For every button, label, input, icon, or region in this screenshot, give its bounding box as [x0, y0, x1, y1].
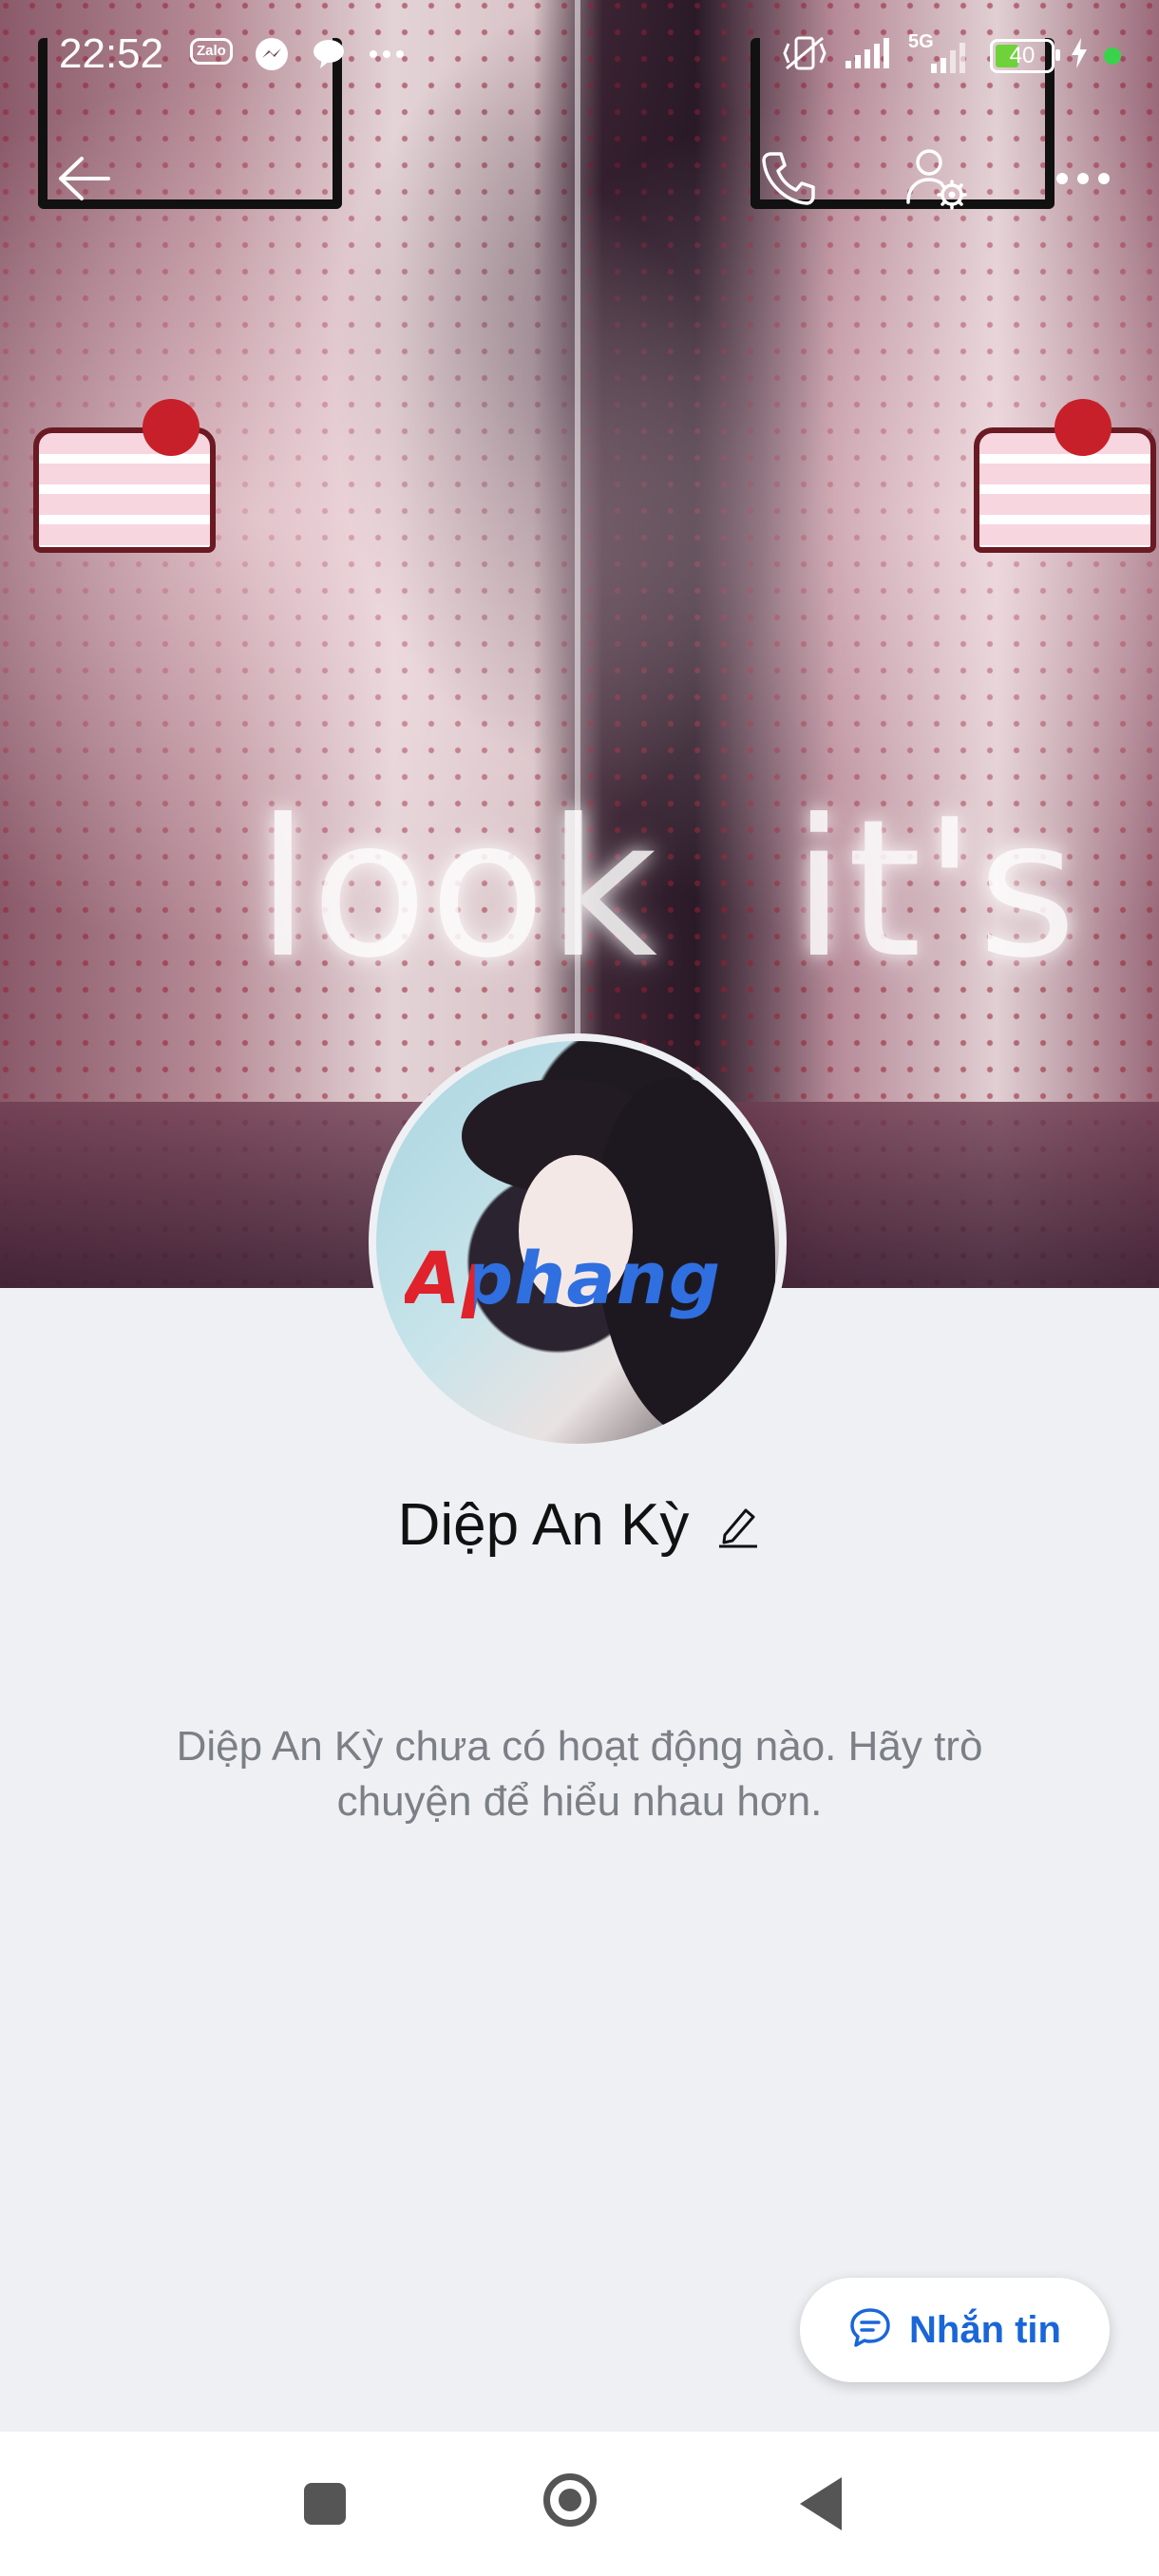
profile-settings-button[interactable] [888, 133, 983, 228]
call-button[interactable] [741, 133, 836, 228]
notification-icons: Zalo [190, 36, 404, 70]
phone-icon [758, 148, 819, 214]
chat-icon [848, 2306, 892, 2355]
back-button[interactable] [36, 133, 131, 228]
status-right: 5G 40 [781, 31, 1121, 77]
send-message-label: Nhắn tin [909, 2308, 1061, 2351]
cover-text-its: it's [792, 779, 1079, 1000]
signal-icon [844, 36, 893, 75]
network-type-label: 5G [908, 30, 934, 52]
mute-vibrate-icon [781, 34, 828, 77]
chat-bubble-icon [311, 36, 347, 68]
status-time: 22:52 [59, 30, 164, 77]
user-settings-icon [902, 145, 969, 217]
battery-icon: 40 [990, 38, 1060, 73]
system-nav-bar [0, 2432, 1159, 2576]
green-dot-icon [1104, 47, 1121, 65]
messenger-icon [254, 36, 290, 70]
profile-name: Diệp An Kỳ [397, 1492, 690, 1558]
avatar-watermark: Aphang [405, 1236, 722, 1320]
zalo-icon: Zalo [190, 38, 233, 65]
status-bar: 22:52 Zalo 5G 40 [0, 0, 1159, 114]
home-circle-icon[interactable] [543, 2473, 597, 2527]
back-triangle-icon[interactable] [800, 2477, 842, 2530]
cover-overlay-text: look it's [256, 779, 1078, 1000]
more-options-icon [1054, 169, 1112, 193]
more-dots-icon [368, 36, 404, 66]
more-options-button[interactable] [1036, 133, 1130, 228]
charging-icon [1070, 36, 1089, 75]
empty-activity-message: Diệp An Kỳ chưa có hoạt động nào. Hãy tr… [176, 1723, 983, 1825]
profile-name-row: Diệp An Kỳ [0, 1491, 1159, 1559]
back-arrow-icon [55, 155, 112, 207]
signal-5g-icon: 5G [908, 31, 975, 75]
cover-cherry-left [142, 399, 200, 456]
send-message-button[interactable]: Nhắn tin [800, 2278, 1110, 2382]
cover-cherry-right [1054, 399, 1112, 456]
edit-name-icon[interactable] [715, 1503, 761, 1548]
recents-square-icon[interactable] [304, 2483, 346, 2525]
profile-avatar[interactable]: Aphang [369, 1033, 787, 1451]
battery-level: 40 [1009, 42, 1036, 68]
profile-topbar [0, 133, 1159, 228]
cover-text-look: look [256, 779, 660, 1000]
